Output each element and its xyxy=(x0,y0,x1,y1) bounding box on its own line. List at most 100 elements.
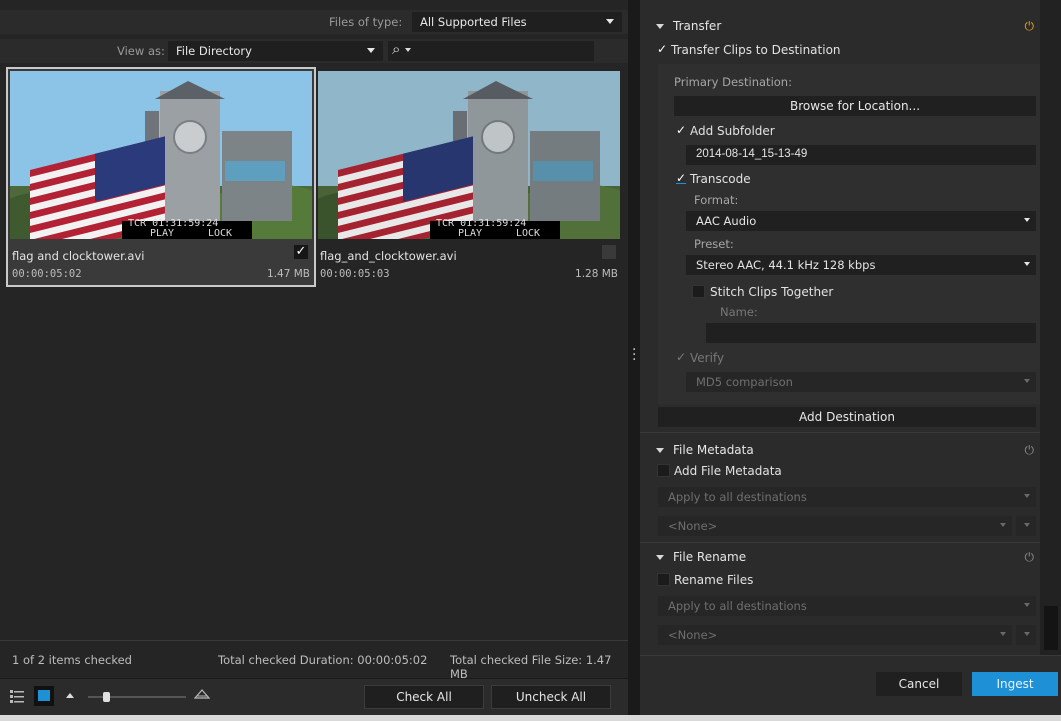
power-icon[interactable]: ⏻ xyxy=(1025,550,1035,565)
format-label: Format: xyxy=(694,193,739,207)
total-checked-duration: Total checked Duration: 00:00:05:02 xyxy=(218,653,428,667)
clip-duration: 00:00:05:02 xyxy=(12,268,82,280)
clip-thumbnail[interactable]: TCR 01:31:59:24 PLAY LOCK flag_and_clock… xyxy=(316,69,622,285)
browse-location-button[interactable]: Browse for Location... xyxy=(674,96,1036,116)
power-icon[interactable]: ⏻ xyxy=(1025,19,1035,34)
format-dropdown[interactable]: AAC Audio xyxy=(686,211,1036,231)
stitch-name-field[interactable] xyxy=(706,323,1036,343)
thumbnail-zoom-slider[interactable] xyxy=(88,692,186,702)
settings-scrollbar[interactable] xyxy=(1040,0,1061,655)
verify-method-value: MD5 comparison xyxy=(696,375,793,389)
timecode-overlay: TCR 01:31:59:24 xyxy=(128,218,219,229)
preset-dropdown[interactable]: Stereo AAC, 44.1 kHz 128 kbps xyxy=(686,255,1036,275)
subfolder-name-field[interactable]: 2014-08-14_15-13-49 xyxy=(686,145,1036,165)
timecode-overlay: TCR 01:31:59:24 xyxy=(436,218,527,229)
name-label: Name: xyxy=(720,305,758,319)
lock-overlay: LOCK xyxy=(208,228,233,239)
view-as-row: View as: File Directory ⌕ xyxy=(0,39,628,63)
section-divider xyxy=(640,542,1040,543)
clip-size: 1.28 MB xyxy=(575,268,618,280)
files-of-type-label: Files of type: xyxy=(329,15,403,29)
lock-overlay: LOCK xyxy=(516,228,541,239)
uncheck-all-button[interactable]: Uncheck All xyxy=(491,685,611,709)
format-value: AAC Audio xyxy=(696,214,757,228)
clip-checkbox[interactable] xyxy=(602,245,616,259)
metadata-template-menu-button[interactable] xyxy=(1016,516,1036,536)
collapse-triangle-icon[interactable] xyxy=(656,24,664,29)
metadata-template-dropdown[interactable]: <None> xyxy=(658,516,1012,536)
zoom-out-icon[interactable] xyxy=(66,693,74,698)
view-as-value: File Directory xyxy=(176,44,252,58)
clip-size: 1.47 MB xyxy=(267,268,310,280)
file-rename-title: File Rename xyxy=(673,550,747,564)
stitch-clips-checkbox[interactable] xyxy=(692,285,705,298)
panel-splitter[interactable]: · · · xyxy=(628,0,640,715)
ingest-settings-pane: Transfer ⏻ ✓ Transfer Clips to Destinati… xyxy=(640,0,1061,715)
search-options-chevron-icon xyxy=(405,48,411,52)
clip-checkbox[interactable]: ✓ xyxy=(294,245,308,259)
rename-template-value: <None> xyxy=(668,628,718,642)
file-rename-section-header[interactable]: File Rename ⏻ xyxy=(640,547,1040,569)
chevron-down-icon xyxy=(1024,523,1030,527)
cancel-button[interactable]: Cancel xyxy=(876,672,962,696)
view-as-label: View as: xyxy=(117,44,165,58)
view-as-dropdown[interactable]: File Directory xyxy=(168,41,383,61)
media-browser-pane: Files of type: All Supported Files View … xyxy=(0,0,628,715)
files-of-type-dropdown[interactable]: All Supported Files xyxy=(412,12,622,32)
transfer-clips-checkbox[interactable]: ✓ xyxy=(657,42,667,56)
chevron-down-icon xyxy=(1024,603,1030,607)
browser-toolbar: Check All Uncheck All xyxy=(0,678,628,715)
chevron-down-icon xyxy=(1000,632,1006,636)
drag-handle-icon: · · · xyxy=(632,342,637,368)
rename-template-menu-button[interactable] xyxy=(1016,625,1036,645)
metadata-apply-dropdown[interactable]: Apply to all destinations xyxy=(658,487,1036,507)
collapse-triangle-icon[interactable] xyxy=(656,555,664,560)
verify-checkbox[interactable]: ✓ xyxy=(676,350,686,364)
thumbnail-view-icon[interactable] xyxy=(34,686,54,706)
chevron-down-icon xyxy=(1024,632,1030,636)
clip-duration: 00:00:05:03 xyxy=(320,268,390,280)
check-all-button[interactable]: Check All xyxy=(364,685,484,709)
file-metadata-section-header[interactable]: File Metadata ⏻ xyxy=(640,440,1040,462)
clip-preview-image: TCR 01:31:59:24 PLAY LOCK xyxy=(10,71,312,239)
stitch-clips-label: Stitch Clips Together xyxy=(710,285,834,299)
rename-files-label: Rename Files xyxy=(674,573,754,587)
preset-label: Preset: xyxy=(694,237,734,251)
transcode-checkbox[interactable]: ✓ xyxy=(676,171,686,185)
power-icon[interactable]: ⏻ xyxy=(1025,443,1035,458)
zoom-in-icon[interactable] xyxy=(193,688,211,699)
verify-label: Verify xyxy=(690,351,725,365)
section-divider xyxy=(640,432,1040,433)
chevron-down-icon xyxy=(1024,262,1030,266)
add-subfolder-label: Add Subfolder xyxy=(690,124,775,138)
chevron-down-icon xyxy=(606,19,614,24)
slider-handle[interactable] xyxy=(102,692,110,702)
chevron-down-icon xyxy=(1024,494,1030,498)
scrollbar-thumb[interactable] xyxy=(1044,606,1058,650)
rename-files-checkbox[interactable] xyxy=(657,573,670,586)
file-metadata-title: File Metadata xyxy=(673,443,754,457)
files-of-type-value: All Supported Files xyxy=(420,15,527,29)
rename-apply-dropdown[interactable]: Apply to all destinations xyxy=(658,596,1036,616)
add-destination-button[interactable]: Add Destination xyxy=(658,407,1036,427)
chevron-down-icon xyxy=(1024,379,1030,383)
list-view-icon[interactable] xyxy=(10,689,24,703)
transfer-section-header[interactable]: Transfer ⏻ xyxy=(640,16,1040,38)
clip-thumbnail[interactable]: TCR 01:31:59:24 PLAY LOCK ✓ flag and clo… xyxy=(6,67,316,287)
clip-preview-image: TCR 01:31:59:24 PLAY LOCK xyxy=(318,71,620,239)
chevron-down-icon xyxy=(367,48,375,53)
ingest-button[interactable]: Ingest xyxy=(972,672,1058,696)
metadata-template-value: <None> xyxy=(668,519,718,533)
add-file-metadata-checkbox[interactable] xyxy=(657,464,670,477)
dialog-footer: Cancel Ingest xyxy=(640,655,1061,715)
rename-template-dropdown[interactable]: <None> xyxy=(658,625,1012,645)
add-subfolder-checkbox[interactable]: ✓ xyxy=(676,123,686,137)
search-input[interactable]: ⌕ xyxy=(388,40,594,61)
files-of-type-row: Files of type: All Supported Files xyxy=(0,10,628,34)
transcode-label: Transcode xyxy=(690,172,751,186)
total-checked-size: Total checked File Size: 1.47 MB xyxy=(450,653,612,681)
play-overlay: PLAY xyxy=(150,228,175,239)
collapse-triangle-icon[interactable] xyxy=(656,448,664,453)
clip-name: flag and clocktower.avi xyxy=(12,249,145,263)
verify-method-dropdown[interactable]: MD5 comparison xyxy=(686,372,1036,392)
